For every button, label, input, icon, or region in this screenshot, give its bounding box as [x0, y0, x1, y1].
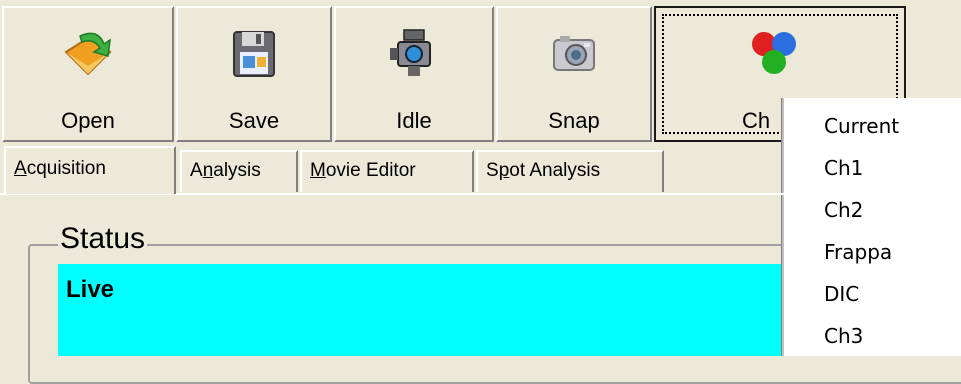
- menu-item-ch2[interactable]: Ch2: [824, 198, 863, 222]
- open-button[interactable]: Open: [2, 6, 174, 142]
- save-button-label: Save: [228, 108, 280, 133]
- tab-spot-analysis[interactable]: Spot Analysis: [476, 150, 664, 192]
- video-camera-icon: [390, 29, 431, 76]
- channel-button-label: Ch: [742, 108, 771, 133]
- tab-acquisition[interactable]: Acquisition: [4, 146, 176, 194]
- menu-item-dic[interactable]: DIC: [824, 282, 859, 306]
- tab-spot-analysis-label: Spot Analysis: [486, 160, 601, 181]
- tab-acquisition-mnemonic: A: [14, 158, 27, 179]
- tab-movie-editor[interactable]: Movie Editor: [300, 150, 474, 192]
- status-text: Live: [66, 276, 115, 303]
- tab-acquisition-rest: cquisition: [26, 158, 106, 179]
- idle-button-label: Idle: [396, 108, 432, 133]
- menu-item-frappa[interactable]: Frappa: [824, 240, 892, 264]
- tab-movie-editor-label: Movie Editor: [310, 160, 416, 181]
- open-folder-icon: [64, 32, 112, 76]
- mnemonic-char: p: [498, 160, 510, 181]
- tab-analysis-label: Analysis: [190, 160, 261, 181]
- snap-button[interactable]: Snap: [496, 6, 652, 142]
- photo-camera-icon: [553, 36, 595, 71]
- mnemonic-char: M: [310, 160, 326, 181]
- channel-menu: Current Ch1 Ch2 Frappa DIC Ch3: [782, 98, 961, 356]
- save-button[interactable]: Save: [176, 6, 332, 142]
- tab-analysis[interactable]: Analysis: [180, 150, 298, 192]
- menu-item-ch3[interactable]: Ch3: [824, 324, 863, 348]
- status-group-title: Status: [58, 222, 148, 256]
- mnemonic-char: n: [202, 160, 214, 181]
- floppy-disk-icon: [233, 31, 275, 77]
- menu-item-ch1[interactable]: Ch1: [824, 156, 863, 180]
- snap-button-label: Snap: [548, 108, 600, 133]
- open-button-label: Open: [61, 108, 115, 133]
- idle-button[interactable]: Idle: [334, 6, 494, 142]
- menu-item-current[interactable]: Current: [824, 114, 899, 138]
